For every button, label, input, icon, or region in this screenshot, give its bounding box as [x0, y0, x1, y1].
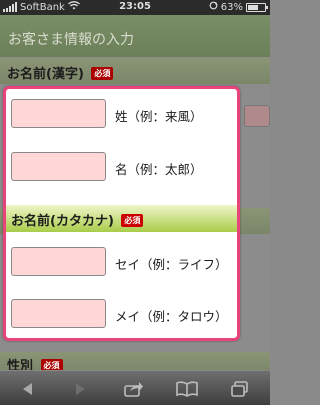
back-button[interactable] [8, 371, 48, 405]
first-name-label: 名（例：太郎） [115, 162, 203, 177]
page-title: お客さま情報の入力 [0, 15, 270, 57]
battery-icon [246, 2, 268, 12]
dimmed-field [244, 105, 270, 127]
first-name-kana-input[interactable] [11, 299, 106, 328]
battery-percent: 63% [220, 1, 243, 13]
first-name-kana-label: メイ（例：タロウ） [115, 309, 228, 324]
last-name-kana-input[interactable] [11, 247, 106, 276]
browser-toolbar [0, 370, 270, 405]
kana-section-header: お名前(カタカナ) 必須 [6, 205, 237, 232]
bookmarks-button[interactable] [167, 371, 207, 405]
kana-section-title: お名前(カタカナ) [11, 214, 114, 229]
required-badge: 必須 [121, 214, 144, 227]
section-gender: 性別 必須 [0, 352, 270, 374]
forward-icon [76, 382, 85, 395]
name-form-popup: 姓（例：来風） 名（例：太郎） お名前(カタカナ) 必須 セイ（例：ライフ） メ… [3, 86, 240, 341]
first-name-input[interactable] [11, 152, 106, 181]
last-name-kana-label: セイ（例：ライフ） [115, 257, 228, 272]
section-kanji-name: お名前(漢字) 必須 [0, 58, 270, 84]
last-name-label: 姓（例：来風） [115, 109, 203, 124]
tabs-button[interactable] [220, 371, 260, 405]
bookmarks-icon [176, 380, 198, 397]
forward-button[interactable] [60, 371, 100, 405]
status-bar: SoftBank 23:05 63% [0, 0, 270, 15]
tabs-icon [231, 380, 248, 397]
last-name-input[interactable] [11, 99, 106, 128]
lock-rotation-icon [209, 1, 218, 13]
share-button[interactable] [114, 371, 154, 405]
back-icon [23, 382, 32, 395]
section-kanji-label: お名前(漢字) [7, 67, 84, 82]
required-badge: 必須 [91, 67, 114, 80]
share-icon [124, 381, 143, 397]
status-right: 63% [209, 1, 268, 13]
